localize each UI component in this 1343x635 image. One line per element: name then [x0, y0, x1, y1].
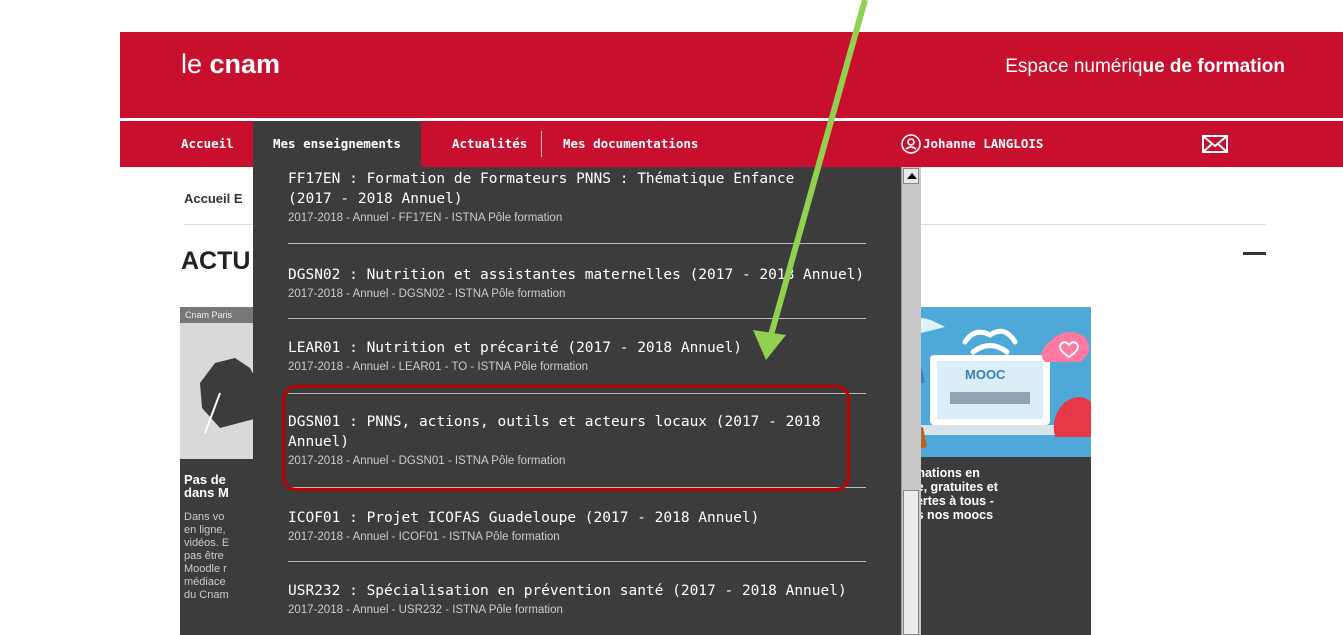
svg-text:MOOC: MOOC	[965, 367, 1006, 382]
news-card[interactable]: Cnam Paris Pas de dans M Dans vo en lign…	[180, 307, 260, 635]
collapse-icon[interactable]	[1243, 252, 1266, 255]
mail-icon[interactable]	[1202, 135, 1228, 153]
course-title: LEAR01 : Nutrition et précarité (2017 - …	[288, 340, 742, 356]
cnam-logo[interactable]: le cnam	[181, 49, 280, 80]
dropdown-scrollbar[interactable]	[901, 167, 921, 635]
course-item-ff17en[interactable]: FF17EN : Formation de Formateurs PNNS : …	[288, 169, 868, 226]
separator	[288, 561, 866, 562]
course-title: DGSN02 : Nutrition et assistantes matern…	[288, 267, 865, 283]
nav-mes-enseignements[interactable]: Mes enseignements	[253, 121, 421, 167]
nav-actualites[interactable]: Actualités	[452, 121, 527, 167]
card-tag: Cnam Paris	[180, 307, 260, 323]
arrow-up-icon	[907, 173, 917, 179]
course-subtitle: 2017-2018 - Annuel - FF17EN - ISTNA Pôle…	[288, 212, 563, 224]
course-title: USR232 : Spécialisation en prévention sa…	[288, 583, 847, 599]
separator	[288, 318, 866, 319]
highlight-annotation	[282, 385, 850, 491]
scroll-thumb[interactable]	[903, 490, 919, 635]
course-subtitle: 2017-2018 - Annuel - USR232 - ISTNA Pôle…	[288, 604, 563, 616]
site-tagline: Espace numérique de formation	[1005, 56, 1285, 77]
main-nav: Accueil Mes enseignements Actualités Mes…	[120, 121, 1343, 167]
course-item-dgsn02[interactable]: DGSN02 : Nutrition et assistantes matern…	[288, 265, 868, 302]
course-subtitle: 2017-2018 - Annuel - DGSN02 - ISTNA Pôle…	[288, 288, 566, 300]
user-name: Johanne LANGLOIS	[923, 136, 1044, 151]
card-image	[180, 323, 260, 459]
scroll-up-button[interactable]	[903, 168, 919, 184]
mooc-image: MOOC	[905, 307, 1091, 457]
user-menu[interactable]: Johanne LANGLOIS	[901, 121, 1044, 167]
mooc-card-title: rmations en ne, gratuites et vertes à to…	[909, 466, 998, 522]
card-title: Pas de dans M	[184, 472, 229, 500]
course-item-lear01[interactable]: LEAR01 : Nutrition et précarité (2017 - …	[288, 338, 868, 375]
course-item-icof01[interactable]: ICOF01 : Projet ICOFAS Guadeloupe (2017 …	[288, 508, 868, 545]
site-header: le cnam Espace numérique de formation	[120, 32, 1343, 118]
course-title: FF17EN : Formation de Formateurs PNNS : …	[288, 171, 795, 207]
nav-accueil[interactable]: Accueil	[181, 121, 234, 167]
course-subtitle: 2017-2018 - Annuel - LEAR01 - TO - ISTNA…	[288, 361, 589, 373]
map-shape-icon	[200, 358, 258, 434]
page: le cnam Espace numérique de formation Ac…	[0, 0, 1343, 635]
card-description: Dans vo en ligne, vidéos. E pas être Moo…	[184, 511, 230, 601]
user-icon	[901, 134, 921, 154]
nav-separator	[541, 131, 542, 157]
separator	[288, 243, 866, 244]
section-title: ACTU	[181, 247, 251, 275]
nav-mes-documentations[interactable]: Mes documentations	[563, 121, 698, 167]
mooc-card[interactable]: MOOC rmations en ne, gratuites et vertes…	[905, 307, 1091, 635]
course-subtitle: 2017-2018 - Annuel - ICOF01 - ISTNA Pôle…	[288, 531, 560, 543]
breadcrumb[interactable]: Accueil E	[184, 191, 243, 206]
course-title: ICOF01 : Projet ICOFAS Guadeloupe (2017 …	[288, 510, 760, 526]
course-item-usr232[interactable]: USR232 : Spécialisation en prévention sa…	[288, 581, 868, 618]
